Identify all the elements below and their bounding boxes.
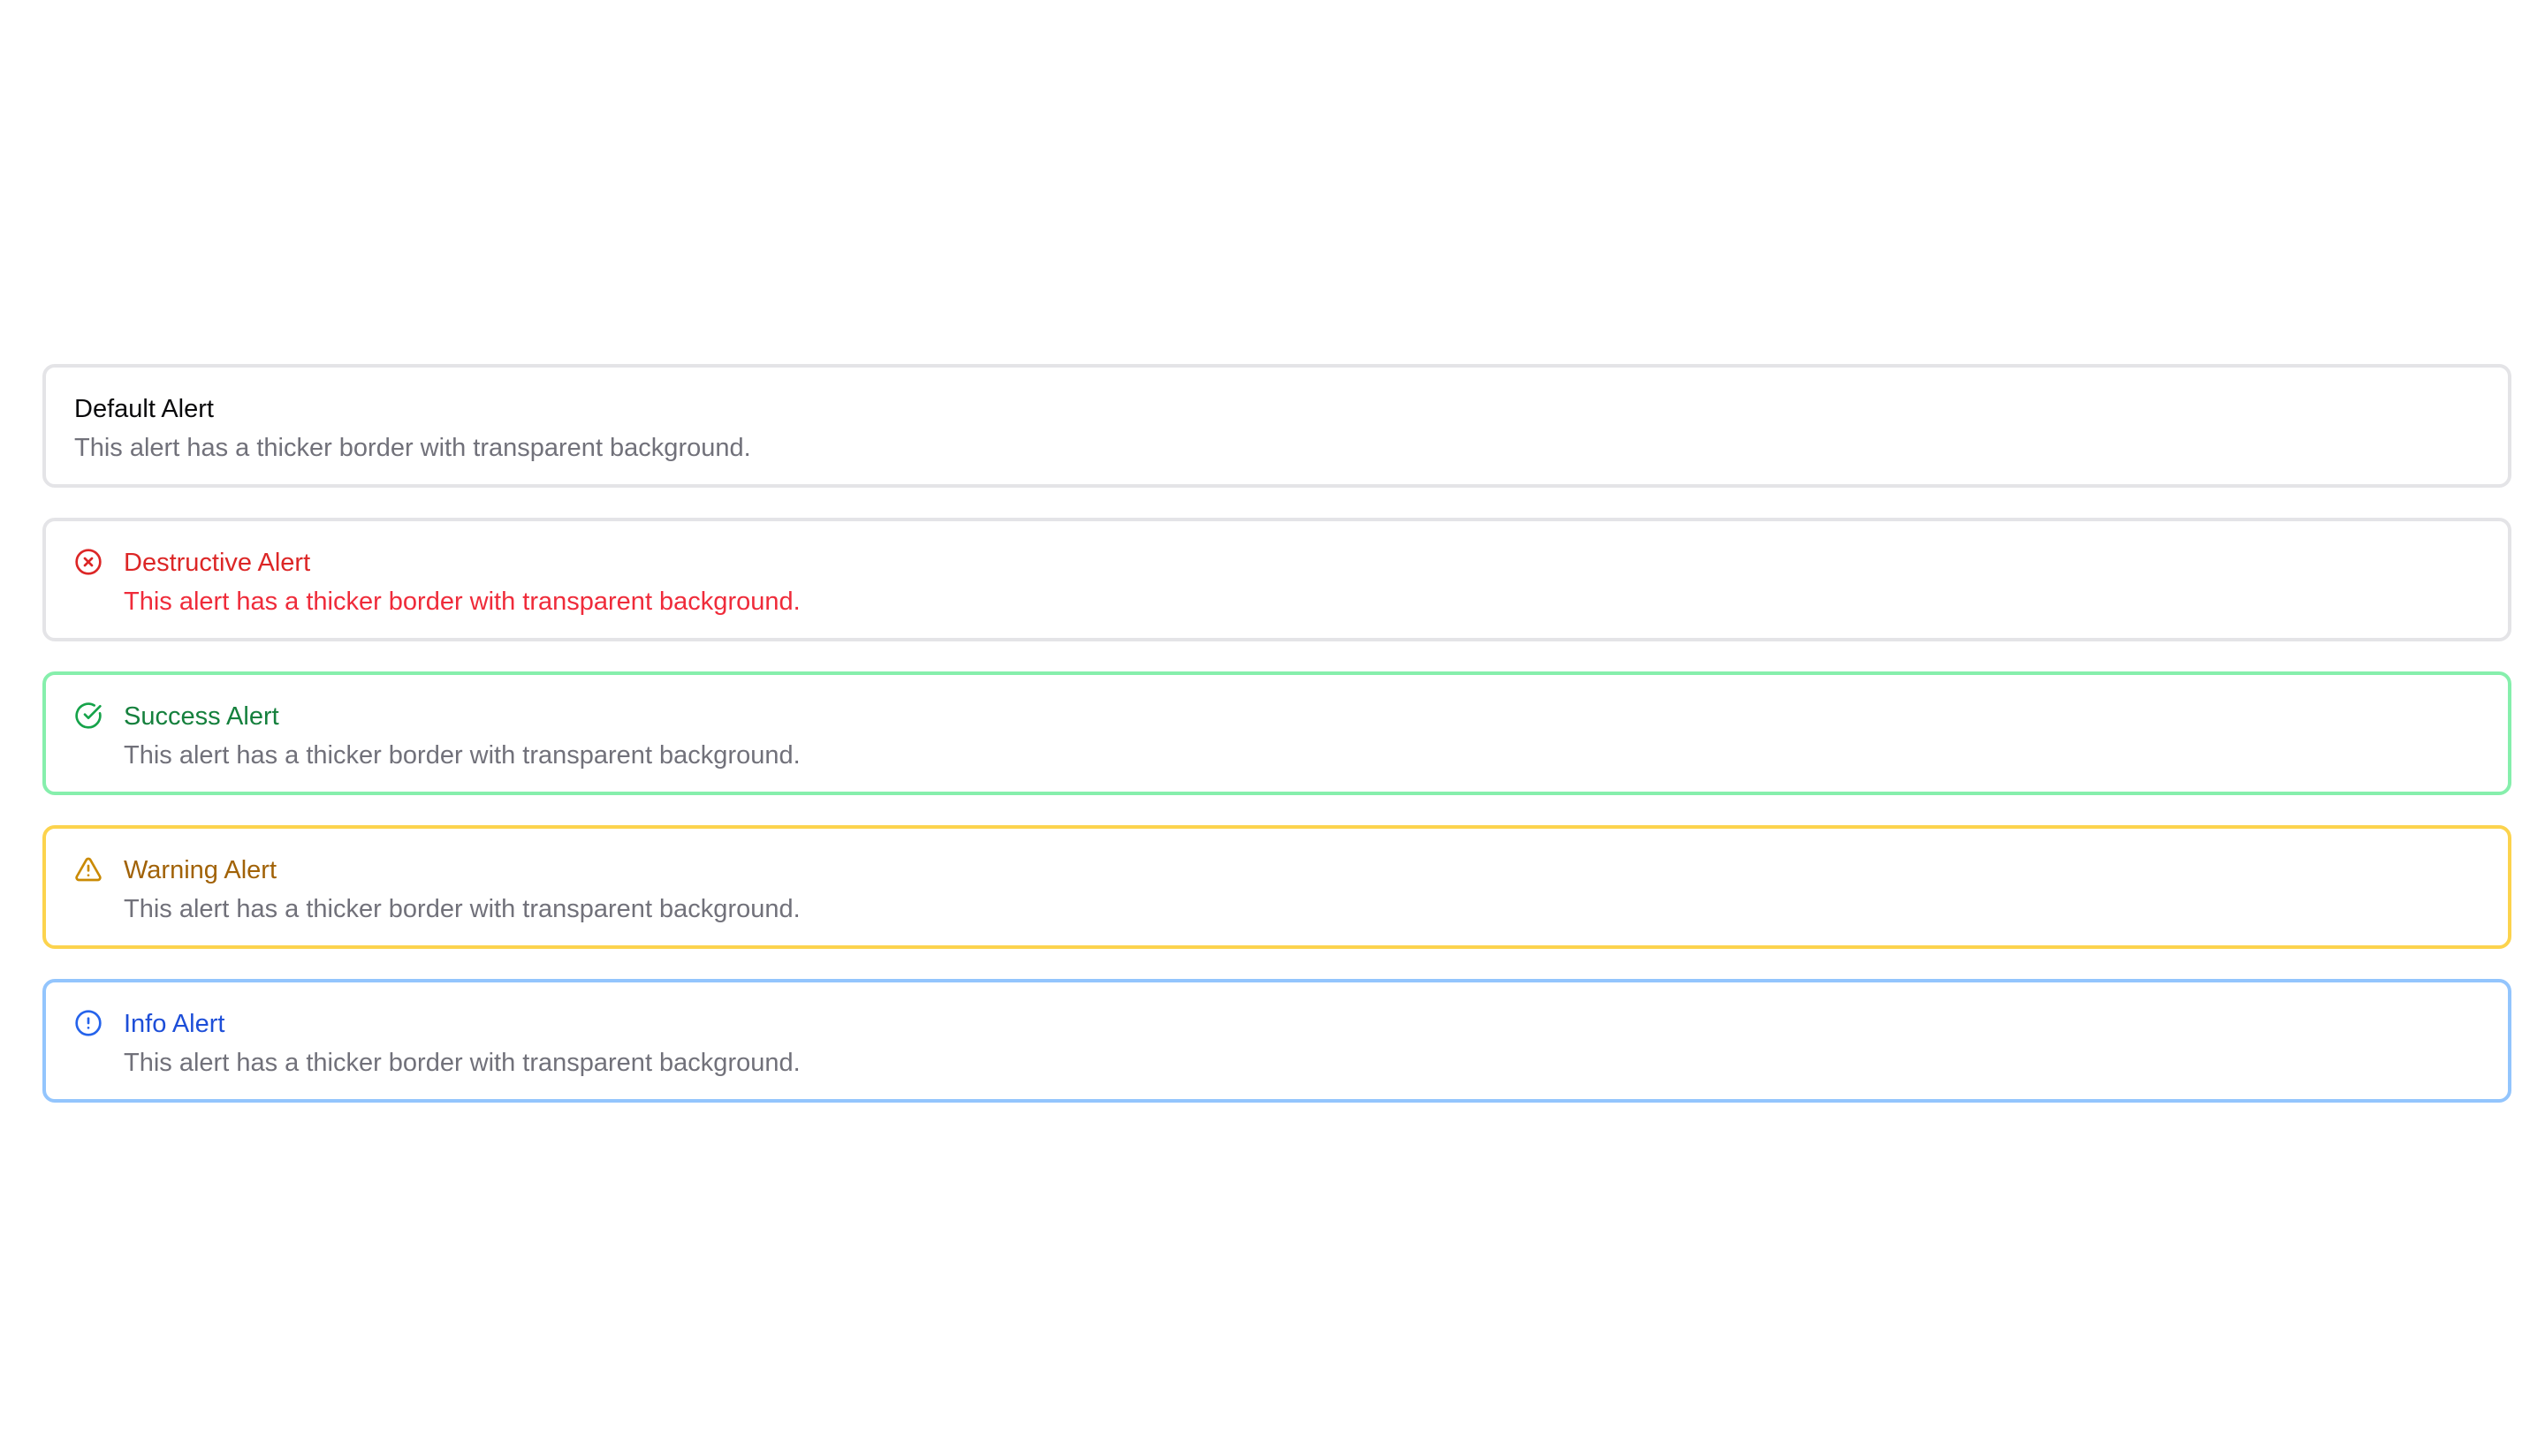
alert-description: This alert has a thicker border with tra… <box>124 895 801 923</box>
success-alert: Success Alert This alert has a thicker b… <box>42 671 2511 795</box>
check-circle-icon <box>74 701 103 730</box>
alert-title: Warning Alert <box>124 856 277 884</box>
triangle-alert-icon <box>74 855 103 883</box>
info-alert: Info Alert This alert has a thicker bord… <box>42 979 2511 1103</box>
alert-description: This alert has a thicker border with tra… <box>74 434 751 462</box>
default-alert: Default Alert This alert has a thicker b… <box>42 364 2511 488</box>
x-circle-icon <box>74 548 103 576</box>
destructive-alert: Destructive Alert This alert has a thick… <box>42 518 2511 641</box>
alert-description: This alert has a thicker border with tra… <box>124 588 801 616</box>
alert-title: Destructive Alert <box>124 549 311 577</box>
info-circle-icon <box>74 1009 103 1037</box>
warning-alert: Warning Alert This alert has a thicker b… <box>42 825 2511 949</box>
alert-title: Success Alert <box>124 702 279 731</box>
alert-content: Warning Alert This alert has a thicker b… <box>124 853 801 926</box>
alert-description: This alert has a thicker border with tra… <box>124 1049 801 1077</box>
alert-title: Info Alert <box>124 1010 225 1038</box>
alert-content: Default Alert This alert has a thicker b… <box>74 392 751 465</box>
alert-title: Default Alert <box>74 395 214 423</box>
alert-content: Destructive Alert This alert has a thick… <box>124 546 801 618</box>
alert-content: Info Alert This alert has a thicker bord… <box>124 1007 801 1080</box>
alert-content: Success Alert This alert has a thicker b… <box>124 700 801 772</box>
alert-list: Default Alert This alert has a thicker b… <box>42 364 2511 1103</box>
alert-description: This alert has a thicker border with tra… <box>124 741 801 770</box>
